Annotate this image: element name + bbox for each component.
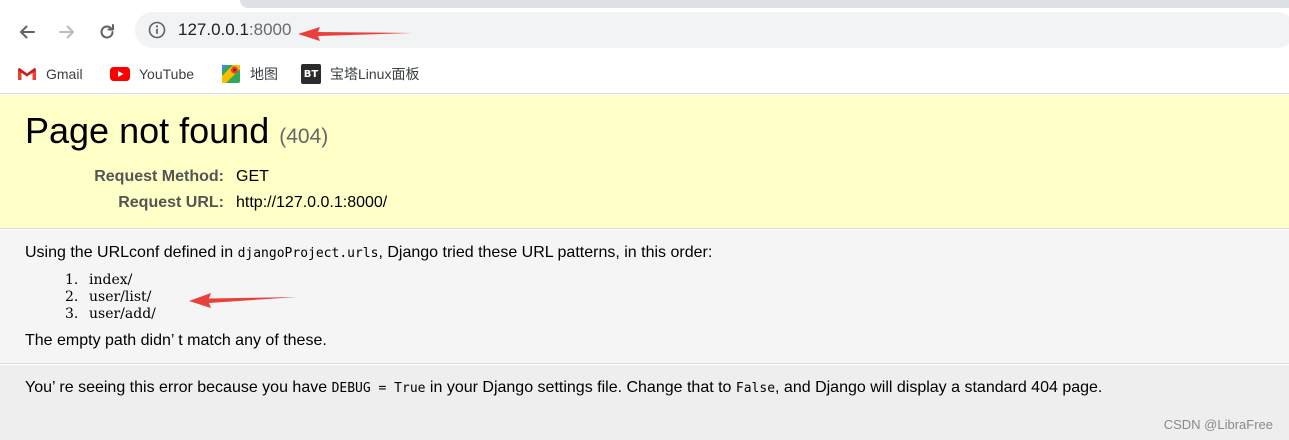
request-url-value: http://127.0.0.1:8000/ [236, 194, 388, 211]
pattern-number: 2. [65, 289, 79, 305]
bookmark-label: YouTube [139, 66, 195, 82]
intro-after: , Django tried these URL patterns, in th… [378, 244, 713, 261]
bookmark-label: 地图 [250, 66, 278, 82]
explanation-part3: , and Django will display a standard 404… [775, 379, 1103, 396]
request-method-value: GET [236, 168, 269, 185]
arrow-right-icon [59, 25, 74, 39]
intro-before: Using the URLconf defined in [25, 244, 238, 261]
bt-icon-text: BT [301, 64, 321, 84]
empty-path-message: The empty path didn’ t match any of thes… [25, 332, 327, 349]
request-method-label: Request Method: [94, 168, 224, 185]
url-pattern-list: 1. index/ 2. user/list/ 3. user/add/ [65, 272, 156, 323]
reload-icon [100, 24, 114, 39]
page-title: Page not found (404) [25, 109, 328, 159]
inactive-tab-area [240, 0, 1289, 8]
address-port: :8000 [248, 20, 292, 39]
request-method-row: Request Method: GET [0, 166, 700, 188]
debug-setting-code: DEBUG = True [331, 381, 426, 396]
address-url[interactable]: 127.0.0.1:8000 [178, 20, 291, 40]
bookmarks-bar: Gmail YouTube 地图 BT 宝塔Linux面板 [0, 56, 1289, 94]
status-code: (404) [279, 125, 329, 148]
bookmark-bt-panel[interactable]: BT 宝塔Linux面板 [301, 63, 419, 85]
pattern-number: 3. [65, 306, 79, 322]
pattern-number: 1. [65, 272, 79, 288]
youtube-icon [110, 64, 130, 84]
reload-button[interactable] [93, 18, 121, 46]
back-button[interactable] [13, 18, 41, 46]
bookmark-gmail[interactable]: Gmail [17, 63, 83, 85]
bookmark-label: Gmail [46, 66, 83, 82]
url-pattern-item: 2. user/list/ [65, 289, 156, 306]
request-url-label: Request URL: [118, 194, 224, 211]
bookmark-map[interactable]: 地图 [221, 63, 278, 85]
explanation-part1: You’ re seeing this error because you ha… [25, 379, 332, 396]
urlconf-name: djangoProject.urls [237, 246, 379, 261]
error-summary: Page not found (404) Request Method: GET… [0, 95, 1289, 229]
page-title-text: Page not found [25, 110, 270, 151]
browser-toolbar: 127.0.0.1:8000 [0, 8, 1289, 56]
gmail-icon [17, 64, 37, 84]
url-pattern-item: 3. user/add/ [65, 306, 156, 323]
pattern-path: user/list/ [89, 289, 152, 305]
pattern-path: user/add/ [89, 306, 156, 322]
urlconf-intro: Using the URLconf defined in djangoProje… [25, 242, 712, 265]
maps-icon [221, 64, 241, 84]
bookmark-label: 宝塔Linux面板 [330, 66, 420, 82]
pattern-path: index/ [89, 272, 133, 288]
forward-button[interactable] [53, 18, 81, 46]
request-url-row: Request URL: http://127.0.0.1:8000/ [0, 192, 700, 214]
url-pattern-item: 1. index/ [65, 272, 156, 289]
watermark: CSDN @LibraFree [1163, 417, 1273, 432]
address-host: 127.0.0.1 [178, 20, 249, 39]
info-icon[interactable] [148, 21, 166, 39]
explanation-text: You’ re seeing this error because you ha… [25, 377, 1102, 400]
tab-strip [0, 0, 1289, 8]
error-info: Using the URLconf defined in djangoProje… [0, 230, 1289, 364]
debug-explanation: You’ re seeing this error because you ha… [0, 365, 1289, 440]
bookmark-youtube[interactable]: YouTube [110, 63, 194, 85]
bt-icon: BT [301, 64, 321, 84]
address-bar[interactable]: 127.0.0.1:8000 [135, 12, 1289, 48]
false-value-code: False [735, 381, 776, 396]
arrow-left-icon [20, 25, 35, 39]
explanation-part2: in your Django settings file. Change tha… [425, 379, 736, 396]
